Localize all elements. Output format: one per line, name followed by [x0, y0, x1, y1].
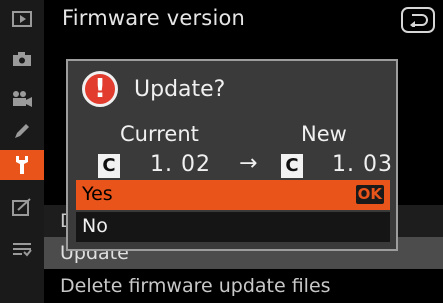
page-title: Firmware version: [62, 6, 246, 30]
my-menu-icon: [13, 243, 32, 257]
retouch-icon: [12, 198, 31, 216]
playback-icon: [12, 11, 32, 27]
pencil-icon: [15, 124, 29, 138]
new-label: New: [301, 122, 347, 146]
menu-item-delete-firmware-files[interactable]: Delete firmware update files: [44, 270, 443, 303]
my-menu-tab[interactable]: [0, 234, 44, 264]
warning-icon: !: [82, 71, 118, 107]
arrow-icon: →: [239, 151, 258, 176]
photo-shooting-menu-tab[interactable]: [0, 44, 44, 74]
yes-option[interactable]: Yes OK: [76, 180, 390, 210]
movie-camera-icon: [13, 91, 32, 107]
current-version: 1. 02: [150, 152, 211, 177]
update-confirm-dialog: ! Update? Current New C 1. 02 → C 1. 03 …: [66, 59, 398, 251]
return-icon: [410, 14, 428, 27]
current-slot-badge: C: [98, 154, 120, 178]
setup-menu-tab[interactable]: [0, 150, 44, 180]
ok-button-icon: OK: [355, 185, 384, 204]
no-option[interactable]: No: [76, 212, 390, 242]
new-slot-badge: C: [281, 154, 303, 178]
camera-icon: [13, 52, 31, 66]
menu-sidebar: [0, 0, 44, 303]
yes-label: Yes: [82, 183, 113, 205]
dialog-question: Update?: [134, 77, 226, 102]
custom-settings-menu-tab[interactable]: [0, 116, 44, 146]
no-label: No: [82, 215, 108, 237]
back-button[interactable]: [401, 7, 435, 33]
playback-menu-tab[interactable]: [0, 4, 44, 34]
new-version: 1. 03: [332, 152, 393, 177]
screen-header: Firmware version: [44, 0, 443, 40]
retouch-menu-tab[interactable]: [0, 192, 44, 222]
movie-shooting-menu-tab[interactable]: [0, 84, 44, 114]
current-label: Current: [120, 122, 199, 146]
wrench-icon: [16, 156, 28, 174]
menu-item-label: Delete firmware update files: [60, 275, 331, 297]
